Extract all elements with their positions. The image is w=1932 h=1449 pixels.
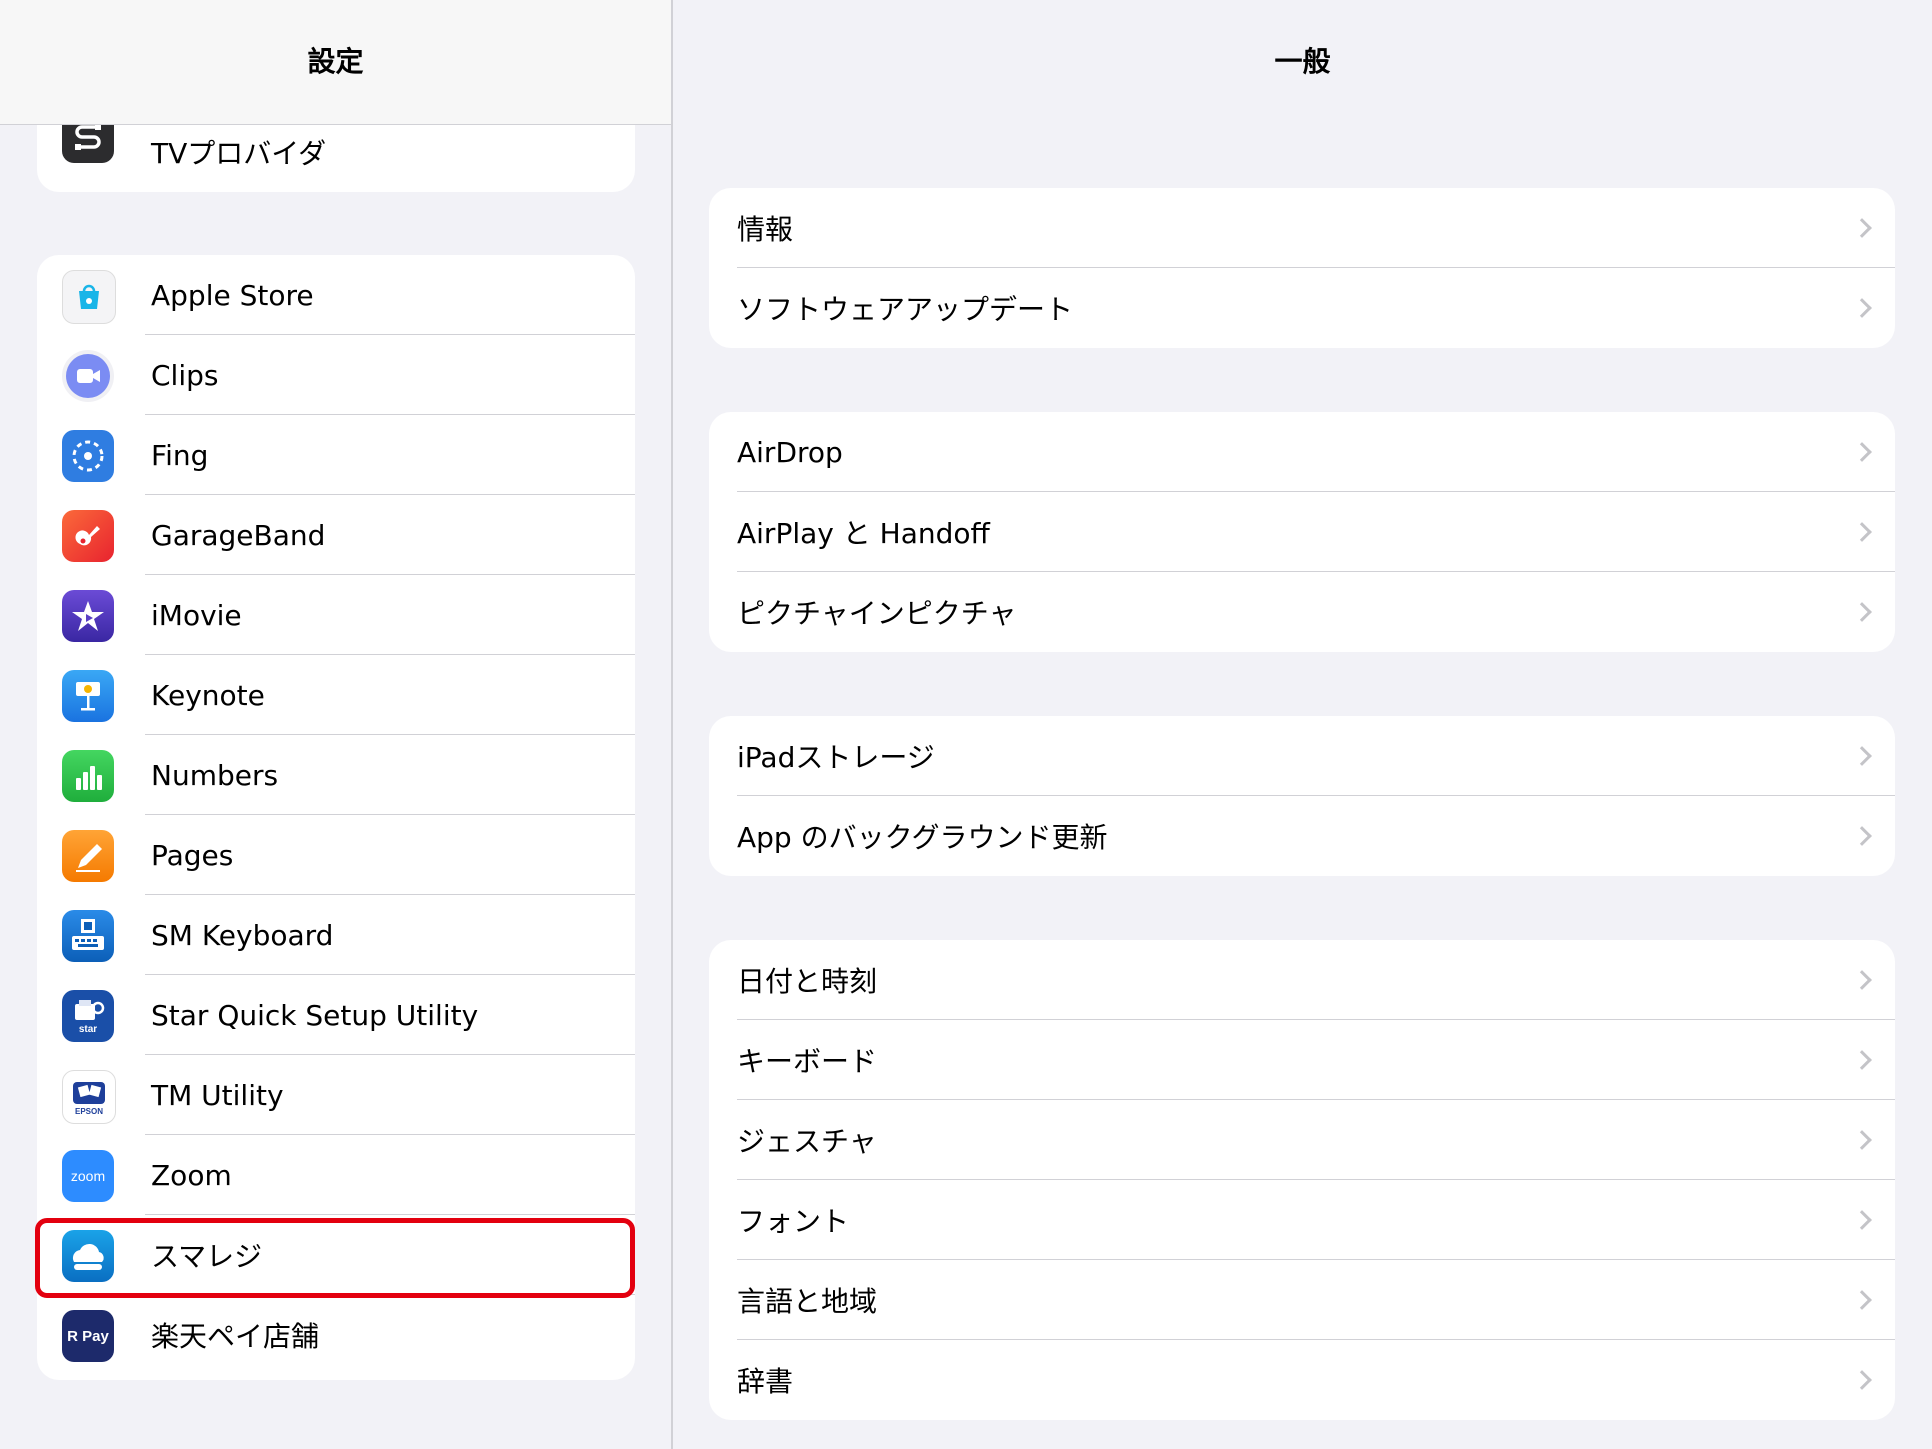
sidebar-item-label: GarageBand bbox=[151, 518, 326, 552]
settings-item-label: AirPlay と Handoff bbox=[737, 517, 990, 550]
sidebar-item-sm-keyboard[interactable]: SM Keyboard bbox=[37, 895, 635, 975]
sidebar-item-clips[interactable]: Clips bbox=[37, 335, 635, 415]
sidebar-title: 設定 bbox=[307, 45, 364, 78]
imovie-icon bbox=[62, 590, 114, 642]
chevron-right-icon bbox=[1852, 522, 1872, 542]
sidebar-item-label: Numbers bbox=[151, 758, 279, 792]
chevron-right-icon bbox=[1852, 746, 1872, 766]
settings-item-dictionary[interactable]: 辞書 bbox=[709, 1340, 1895, 1420]
sidebar-item-keynote[interactable]: Keynote bbox=[37, 655, 635, 735]
chevron-right-icon bbox=[1852, 1290, 1872, 1310]
chevron-right-icon bbox=[1852, 298, 1872, 318]
sidebar-item-label: Keynote bbox=[151, 678, 265, 712]
settings-group-date-keyboard: 日付と時刻 キーボード ジェスチャ フォント 言語と地域 辞書 bbox=[709, 940, 1895, 1420]
settings-item-label: ピクチャインピクチャ bbox=[737, 597, 1017, 630]
chevron-right-icon bbox=[1852, 1050, 1872, 1070]
detail-title: 一般 bbox=[1274, 45, 1331, 78]
sidebar-item-zoom[interactable]: zoom Zoom bbox=[37, 1135, 635, 1215]
sidebar-header: 設定 bbox=[0, 0, 671, 125]
sm-keyboard-icon bbox=[62, 910, 114, 962]
detail-header: 一般 bbox=[673, 0, 1932, 124]
zoom-wordmark: zoom bbox=[70, 1168, 106, 1184]
clips-icon bbox=[62, 350, 114, 402]
sidebar-item-label: Star Quick Setup Utility bbox=[151, 998, 479, 1032]
settings-group-about: 情報 ソフトウェアアップデート bbox=[709, 188, 1895, 348]
settings-item-label: フォント bbox=[737, 1205, 850, 1238]
sidebar-item-tm-utility[interactable]: EPSON TM Utility bbox=[37, 1055, 635, 1135]
settings-item-ipad-storage[interactable]: iPadストレージ bbox=[709, 716, 1895, 796]
chevron-right-icon bbox=[1852, 1130, 1872, 1150]
settings-item-label: App のバックグラウンド更新 bbox=[737, 821, 1108, 854]
sidebar-item-pages[interactable]: Pages bbox=[37, 815, 635, 895]
settings-item-about[interactable]: 情報 bbox=[709, 188, 1895, 268]
highlight-box bbox=[35, 1218, 635, 1298]
sidebar-item-numbers[interactable]: Numbers bbox=[37, 735, 635, 815]
settings-item-label: 言語と地域 bbox=[737, 1285, 878, 1318]
chevron-right-icon bbox=[1852, 1210, 1872, 1230]
settings-item-software-update[interactable]: ソフトウェアアップデート bbox=[709, 268, 1895, 348]
fing-icon bbox=[62, 430, 114, 482]
settings-group-airdrop: AirDrop AirPlay と Handoff ピクチャインピクチャ bbox=[709, 412, 1895, 652]
chevron-right-icon bbox=[1852, 970, 1872, 990]
chevron-right-icon bbox=[1852, 1370, 1872, 1390]
settings-item-label: iPadストレージ bbox=[737, 741, 935, 774]
settings-item-label: ジェスチャ bbox=[737, 1125, 877, 1158]
settings-sidebar: 設定 TVプロバイダ Apple Store Clips Fing Garage… bbox=[0, 0, 671, 1449]
garageband-icon bbox=[62, 510, 114, 562]
settings-item-label: キーボード bbox=[737, 1045, 878, 1078]
sidebar-item-label: Fing bbox=[151, 438, 209, 472]
star-quick-setup-icon: star bbox=[62, 990, 114, 1042]
settings-item-airdrop[interactable]: AirDrop bbox=[709, 412, 1895, 492]
sidebar-item-label: Clips bbox=[151, 358, 219, 392]
chevron-right-icon bbox=[1852, 826, 1872, 846]
tm-utility-icon: EPSON bbox=[62, 1070, 116, 1124]
chevron-right-icon bbox=[1852, 602, 1872, 622]
apple-store-icon bbox=[62, 270, 116, 324]
settings-item-picture-in-picture[interactable]: ピクチャインピクチャ bbox=[709, 572, 1895, 652]
settings-item-language-region[interactable]: 言語と地域 bbox=[709, 1260, 1895, 1340]
chevron-right-icon bbox=[1852, 442, 1872, 462]
settings-item-background-refresh[interactable]: App のバックグラウンド更新 bbox=[709, 796, 1895, 876]
numbers-icon bbox=[62, 750, 114, 802]
settings-item-date-time[interactable]: 日付と時刻 bbox=[709, 940, 1895, 1020]
sidebar-item-label: Pages bbox=[151, 838, 234, 872]
settings-item-label: ソフトウェアアップデート bbox=[737, 293, 1074, 326]
sidebar-item-garageband[interactable]: GarageBand bbox=[37, 495, 635, 575]
sidebar-item-label: 楽天ペイ店舗 bbox=[151, 1320, 320, 1353]
svg-text:star: star bbox=[79, 1024, 97, 1035]
sidebar-item-label: Zoom bbox=[151, 1158, 232, 1192]
sidebar-item-star-quick-setup[interactable]: star Star Quick Setup Utility bbox=[37, 975, 635, 1055]
settings-item-airplay-handoff[interactable]: AirPlay と Handoff bbox=[709, 492, 1895, 572]
settings-item-fonts[interactable]: フォント bbox=[709, 1180, 1895, 1260]
sidebar-item-label: Apple Store bbox=[151, 278, 314, 312]
sidebar-item-fing[interactable]: Fing bbox=[37, 415, 635, 495]
settings-item-label: 辞書 bbox=[737, 1365, 794, 1398]
sidebar-item-imovie[interactable]: iMovie bbox=[37, 575, 635, 655]
sidebar-item-label: iMovie bbox=[151, 598, 242, 632]
epson-wordmark: EPSON bbox=[74, 1107, 103, 1116]
chevron-right-icon bbox=[1852, 218, 1872, 238]
settings-item-keyboard[interactable]: キーボード bbox=[709, 1020, 1895, 1100]
sidebar-item-label: TVプロバイダ bbox=[151, 137, 327, 170]
rpay-wordmark: R Pay bbox=[67, 1327, 109, 1345]
settings-item-label: 日付と時刻 bbox=[737, 965, 878, 998]
sidebar-item-rakuten-pay[interactable]: R Pay 楽天ペイ店舗 bbox=[37, 1295, 635, 1375]
keynote-icon bbox=[62, 670, 114, 722]
settings-item-gestures[interactable]: ジェスチャ bbox=[709, 1100, 1895, 1180]
settings-group-storage: iPadストレージ App のバックグラウンド更新 bbox=[709, 716, 1895, 876]
apps-group: Apple Store Clips Fing GarageBand iMovie… bbox=[37, 255, 635, 1380]
zoom-icon: zoom bbox=[62, 1150, 114, 1202]
rakuten-pay-icon: R Pay bbox=[62, 1310, 114, 1362]
pages-icon bbox=[62, 830, 114, 882]
sidebar-item-label: SM Keyboard bbox=[151, 918, 334, 952]
sidebar-item-label: TM Utility bbox=[151, 1078, 284, 1112]
settings-item-label: AirDrop bbox=[737, 435, 843, 469]
general-detail-pane: 一般 情報 ソフトウェアアップデート AirDrop AirPlay と Han… bbox=[673, 0, 1932, 1449]
settings-item-label: 情報 bbox=[737, 213, 794, 246]
sidebar-item-apple-store[interactable]: Apple Store bbox=[37, 255, 635, 335]
